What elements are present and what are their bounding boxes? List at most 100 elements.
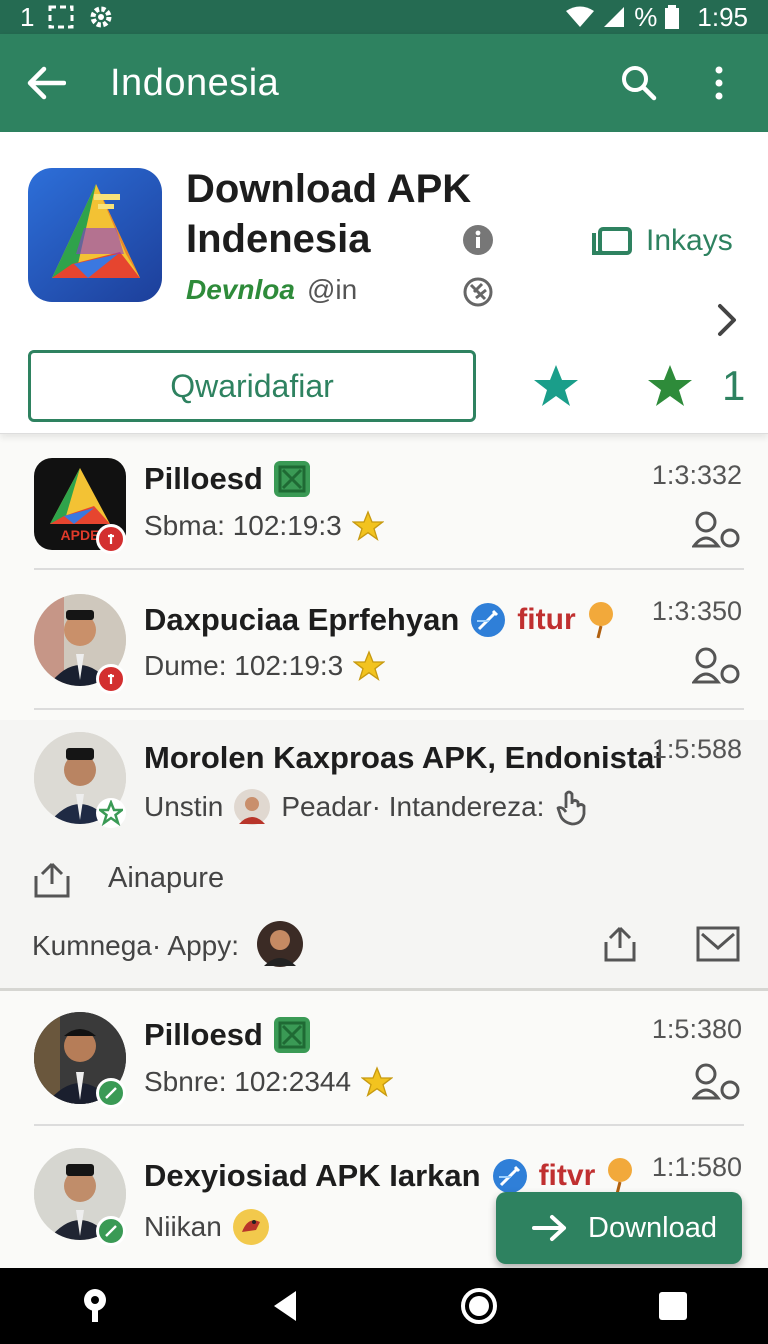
- item-tag: fitvr: [538, 1159, 596, 1192]
- download-fab-label: Download: [588, 1211, 717, 1244]
- item-time: 1:3:350: [651, 596, 742, 626]
- star-count: 1: [722, 362, 746, 409]
- edit-badge-icon: [492, 1159, 527, 1193]
- star-icon[interactable]: [532, 362, 580, 410]
- search-icon: [622, 66, 657, 101]
- verified-icon: [273, 461, 310, 497]
- status-bar: 1 % 1:95: [0, 0, 768, 34]
- star-icon: [351, 510, 384, 542]
- screenshot-icon: [48, 5, 74, 29]
- back-arrow-icon: [27, 66, 66, 100]
- share-row: Kumnega· Appy:: [0, 920, 768, 972]
- item-name: Pilloesd: [144, 460, 311, 498]
- chevron-right-icon[interactable]: [712, 302, 742, 338]
- battery-percent: %: [634, 1, 658, 32]
- item-name: Morolen Kaxproas APK, Endonistai: [144, 740, 664, 775]
- lollipop-icon: [588, 602, 613, 639]
- item-meta: Sbnre: 102:2344: [144, 1066, 394, 1098]
- list-item[interactable]: Pilloesd Sbnre: 102:2344 1:5:380: [0, 996, 768, 1126]
- status-time: 1:95: [697, 1, 748, 32]
- list-item-expanded[interactable]: Morolen Kaxproas APK, Endonistai Unstin …: [0, 720, 768, 988]
- status-right: % 1:95: [566, 2, 748, 33]
- share-label: Kumnega· Appy:: [32, 930, 240, 961]
- star-icon: [361, 1066, 394, 1098]
- small-avatar-icon: [234, 789, 271, 825]
- inkays-label: Inkays: [646, 224, 733, 257]
- people-icon[interactable]: [692, 646, 742, 686]
- no-ads-icon: [463, 277, 493, 307]
- app-title-line1: Download APK: [186, 167, 472, 211]
- list-item[interactable]: Daxpuciaa Eprfehyan fitur Dume: 102:19:3…: [0, 580, 768, 710]
- app-header-card: Download APK Indenesia Devnloa @in Inkay…: [0, 132, 768, 434]
- assistant-pin-icon[interactable]: [80, 1288, 110, 1324]
- download-fab[interactable]: Download: [496, 1192, 742, 1264]
- app-logo-icon: [52, 184, 140, 278]
- item-name: Pilloesd: [144, 1016, 311, 1054]
- item-time: 1:1:580: [651, 1152, 742, 1182]
- developer-handle: @in: [306, 274, 358, 305]
- people-icon[interactable]: [692, 1062, 742, 1102]
- svg-text:APDE: APDE: [61, 527, 100, 543]
- item-time: 1:3:332: [651, 460, 742, 490]
- status-number: 1: [20, 1, 35, 32]
- edit-badge-icon: [471, 603, 506, 637]
- verified-icon: [273, 1017, 310, 1053]
- search-button[interactable]: [610, 54, 668, 112]
- item-meta: Dume: 102:19:3: [144, 650, 386, 682]
- inkays-link[interactable]: Inkays: [590, 224, 733, 258]
- back-button[interactable]: [0, 34, 92, 132]
- expanded-label: Ainapure: [108, 862, 225, 894]
- app-title: Download APK Indenesia: [186, 164, 506, 264]
- bird-sticker-icon: [232, 1209, 269, 1245]
- divider: [34, 568, 744, 570]
- signal-icon: [604, 7, 625, 27]
- item-name: Dexyiosiad APK Iarkan fitvr: [144, 1156, 635, 1196]
- people-icon[interactable]: [692, 510, 742, 550]
- developer-link[interactable]: Devnloa: [186, 274, 295, 306]
- more-vert-icon: [715, 66, 723, 100]
- status-left: 1: [20, 2, 114, 33]
- item-tag: fitur: [517, 603, 576, 636]
- app-title-line2: Indenesia: [186, 217, 371, 261]
- status-badge: [96, 798, 126, 828]
- hand-pointer-icon[interactable]: [554, 788, 588, 826]
- primary-action-button[interactable]: Qwaridafiar: [28, 350, 476, 422]
- item-name: Daxpuciaa Eprfehyan fitur: [144, 600, 616, 640]
- share-icon[interactable]: [600, 924, 640, 964]
- list-item[interactable]: APDE Pilloesd Sbma: 102:19:3 1:3:332: [0, 440, 768, 570]
- primary-action-label: Qwaridafiar: [170, 367, 334, 404]
- item-time: 1:5:588: [651, 734, 742, 764]
- small-avatar-icon[interactable]: [256, 920, 304, 968]
- status-badge: [96, 1216, 126, 1246]
- section-divider: [0, 988, 768, 991]
- info-icon[interactable]: [462, 224, 494, 256]
- app-bar: Indonesia: [0, 34, 768, 132]
- item-meta: Niikan: [144, 1208, 270, 1246]
- system-nav-bar: [0, 1268, 768, 1344]
- back-nav-icon[interactable]: [270, 1289, 300, 1323]
- home-nav-icon[interactable]: [460, 1287, 498, 1325]
- divider: [34, 708, 744, 710]
- divider: [34, 1124, 744, 1126]
- mail-icon[interactable]: [696, 924, 740, 964]
- status-badge: [96, 1078, 126, 1108]
- page-title: Indonesia: [110, 61, 280, 104]
- copy-icon: [592, 227, 632, 255]
- item-time: 1:5:380: [651, 1014, 742, 1044]
- recents-nav-icon[interactable]: [658, 1291, 688, 1321]
- item-meta: Sbma: 102:19:3: [144, 510, 384, 542]
- battery-icon: [665, 5, 680, 29]
- status-badge: [96, 524, 126, 554]
- more-options-button[interactable]: [690, 54, 748, 112]
- star-icon[interactable]: [646, 362, 694, 410]
- arrow-right-icon: [532, 1215, 566, 1241]
- app-bar-actions: [610, 54, 748, 112]
- app-logo[interactable]: [28, 168, 162, 302]
- expanded-action-row[interactable]: Ainapure: [0, 856, 768, 906]
- app-subtitle: Devnloa @in: [186, 274, 357, 306]
- status-badge: [96, 664, 126, 694]
- settings-gear-icon: [90, 6, 112, 28]
- star-icon: [353, 650, 386, 682]
- share-box-icon: [34, 862, 70, 898]
- lollipop-icon: [608, 1158, 633, 1195]
